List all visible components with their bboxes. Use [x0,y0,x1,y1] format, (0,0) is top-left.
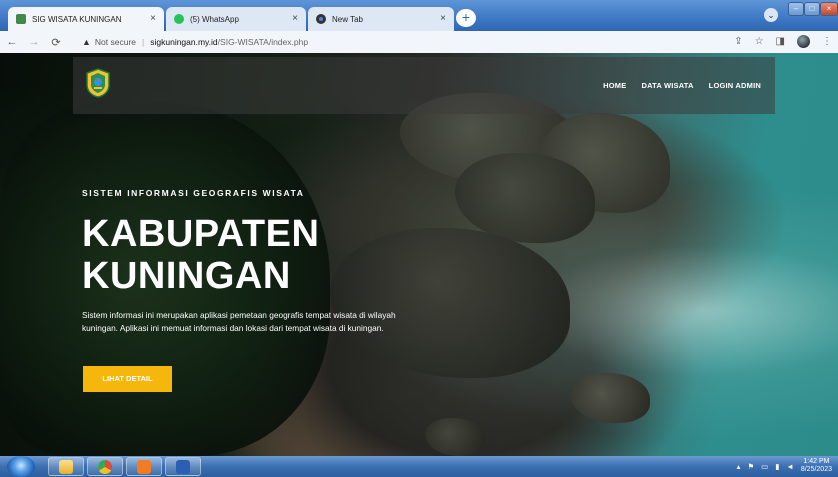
lihat-detail-button[interactable]: LIHAT DETAIL [83,366,172,392]
site-favicon-icon [16,14,26,24]
taskbar-explorer-button[interactable] [48,457,84,476]
chrome-icon [98,459,112,474]
address-bar-actions: ⇪ ☆ ◨ ⋮ [734,35,832,48]
browser-tabstrip: SIG WISATA KUNINGAN × (5) WhatsApp × New… [0,0,838,31]
security-label: Not secure [94,37,137,47]
tab-whatsapp[interactable]: (5) WhatsApp × [166,7,306,31]
minimize-button[interactable]: – [788,2,804,16]
tab-title: (5) WhatsApp [190,14,239,24]
kuningan-logo-icon[interactable] [85,68,111,98]
taskbar-chrome-button[interactable] [87,457,123,476]
taskbar-xampp-button[interactable] [126,457,162,476]
nav-login-admin-link[interactable]: LOGIN ADMIN [709,81,761,90]
system-clock[interactable]: 1:42 PM 8/25/2023 [801,458,832,474]
close-tab-icon[interactable]: × [292,13,298,24]
warning-icon[interactable]: ▲ [82,37,91,47]
hero-title: KABUPATEN KUNINGAN [82,213,319,297]
divider: | [142,37,145,47]
screen: SIG WISATA KUNINGAN × (5) WhatsApp × New… [0,0,838,477]
hero-title-line2: KUNINGAN [82,255,291,297]
hero-title-line1: KABUPATEN [82,213,320,255]
bookmark-star-icon[interactable]: ☆ [755,36,764,47]
tab-sig-wisata[interactable]: SIG WISATA KUNINGAN × [8,7,164,31]
side-panel-icon[interactable]: ◨ [776,36,785,47]
battery-icon[interactable]: ▭ [761,462,768,471]
close-window-button[interactable]: × [820,2,838,16]
chrome-icon [316,14,326,24]
nav-links: HOME DATA WISATA LOGIN ADMIN [603,81,761,90]
xampp-icon [137,459,151,474]
url-input[interactable]: ▲ Not secure | sigkuningan.my.id /SIG-WI… [82,34,742,50]
maximize-button[interactable]: □ [804,2,820,16]
nav-home-link[interactable]: HOME [603,81,626,90]
back-arrow-icon[interactable]: ← [4,36,20,48]
close-tab-icon[interactable]: × [440,13,446,24]
clock-date: 8/25/2023 [800,466,832,473]
hero-subtitle: SISTEM INFORMASI GEOGRAFIS WISATA [82,188,305,198]
profile-avatar-icon[interactable] [797,35,810,48]
new-tab-button[interactable]: + [456,9,476,27]
flag-icon[interactable]: ⚑ [747,462,754,471]
hero-description: Sistem informasi ini merupakan aplikasi … [82,310,396,333]
forward-arrow-icon[interactable]: → [26,36,42,48]
network-signal-icon[interactable]: ▮ [775,462,779,471]
tab-search-chevron-icon[interactable]: ⌄ [764,8,778,22]
url-path: /SIG-WISATA/index.php [217,37,309,47]
close-tab-icon[interactable]: × [150,13,156,24]
windows-taskbar: ▴ ⚑ ▭ ▮ ◄ 1:42 PM 8/25/2023 [0,456,838,477]
menu-kebab-icon[interactable]: ⋮ [822,36,832,47]
word-icon [176,459,190,474]
volume-icon[interactable]: ◄ [786,462,793,471]
share-icon[interactable]: ⇪ [734,36,742,47]
hero-section: HOME DATA WISATA LOGIN ADMIN SISTEM INFO… [0,53,838,456]
start-button[interactable] [7,456,35,477]
tray-arrow-icon[interactable]: ▴ [737,462,741,471]
whatsapp-icon [174,14,184,24]
taskbar-word-button[interactable] [165,457,201,476]
site-navbar: HOME DATA WISATA LOGIN ADMIN [73,57,775,114]
url-host: sigkuningan.my.id [150,37,218,47]
folder-icon [59,459,73,474]
clock-time: 1:42 PM [803,458,830,465]
address-bar: ← → ⟳ ▲ Not secure | sigkuningan.my.id /… [0,31,838,53]
tab-title: New Tab [332,14,363,24]
system-tray: ▴ ⚑ ▭ ▮ ◄ 1:42 PM 8/25/2023 [737,458,832,474]
reload-icon[interactable]: ⟳ [48,36,64,49]
nav-data-wisata-link[interactable]: DATA WISATA [641,81,693,90]
tab-title: SIG WISATA KUNINGAN [32,14,122,24]
tab-new-tab[interactable]: New Tab × [308,7,454,31]
